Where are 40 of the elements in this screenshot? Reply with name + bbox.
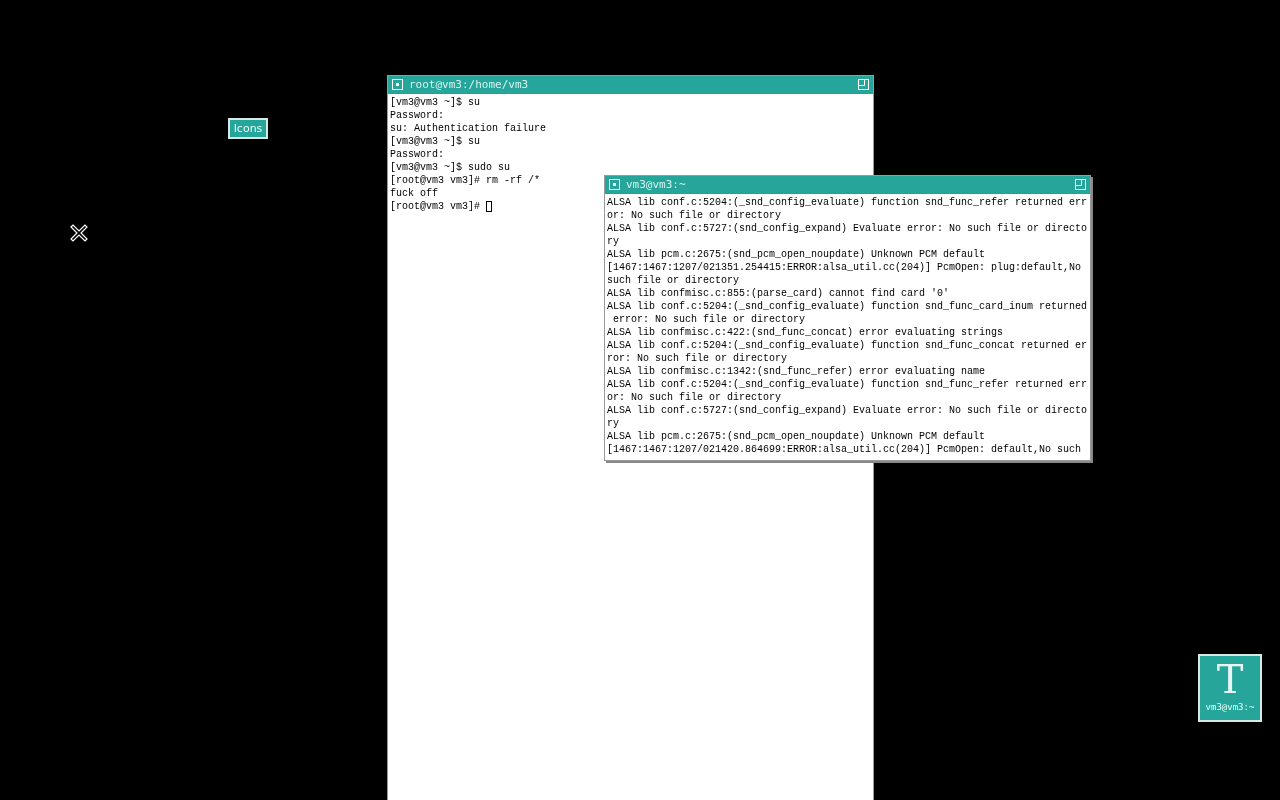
window-menu-icon[interactable] — [392, 79, 403, 90]
cursor-icon — [70, 224, 88, 242]
terminal-line: Password: — [390, 109, 444, 122]
terminal-line: [1467:1467:1207/021351.254415:ERROR:alsa_util.cc(204)] PcmOpen: plug:default,No — [607, 261, 1082, 274]
terminal-line: ALSA lib pcm.c:2675:(snd_pcm_open_noupdate) Unknown PCM default — [607, 430, 986, 443]
terminal-line: error: No such file or directory — [612, 313, 806, 326]
terminal-line: ALSA lib conf.c:5204:(_snd_config_evaluate) function snd_func_card_inum returned — [607, 300, 1088, 313]
terminal-line: or: No such file or directory — [607, 391, 782, 404]
terminal-line: ALSA lib confmisc.c:422:(snd_func_concat) error evaluating strings — [607, 326, 1004, 339]
icons-button[interactable]: Icons — [228, 118, 268, 139]
terminal-line: [root@vm3 vm3]# rm -rf /* — [390, 174, 541, 187]
terminal-line: ALSA lib confmisc.c:855:(parse_card) cannot find card '0' — [607, 287, 950, 300]
terminal-line: ry — [607, 235, 619, 248]
terminal-line: su: Authentication failure — [390, 122, 547, 135]
terminal-line: [vm3@vm3 ~]$ su — [390, 96, 480, 109]
window-menu-icon[interactable] — [609, 179, 620, 190]
terminal-glyph: T — [1216, 656, 1244, 702]
terminal-line: [vm3@vm3 ~]$ su — [390, 135, 480, 148]
terminal-line: [root@vm3 vm3]# — [390, 200, 481, 213]
terminal-line: ALSA lib conf.c:5727:(snd_config_expand) Evaluate error: No such file or directo — [607, 222, 1088, 235]
terminal-line: ALSA lib conf.c:5204:(_snd_config_evaluate) function snd_func_concat returned er — [607, 339, 1088, 352]
window-title: vm3@vm3:~ — [626, 178, 686, 191]
icon-label: vm3@vm3:~ — [1205, 702, 1255, 712]
terminal-line: ALSA lib pcm.c:2675:(snd_pcm_open_noupdate) Unknown PCM default — [607, 248, 986, 261]
terminal-line: Password: — [390, 148, 444, 161]
terminal-line: [vm3@vm3 ~]$ sudo su — [390, 161, 511, 174]
maximize-icon[interactable] — [858, 79, 869, 90]
terminal-line: ALSA lib conf.c:5727:(snd_config_expand) Evaluate error: No such file or directo — [607, 404, 1088, 417]
terminal-icon-tile[interactable]: T vm3@vm3:~ — [1198, 654, 1262, 722]
terminal-line: [1467:1467:1207/021420.864699:ERROR:alsa_util.cc(204)] PcmOpen: default,No such — [607, 443, 1082, 456]
terminal-line: ALSA lib conf.c:5204:(_snd_config_evaluate) function snd_func_refer returned err — [607, 378, 1088, 391]
terminal-line: fuck off — [390, 187, 438, 200]
terminal-line: such file or directory — [607, 274, 740, 287]
terminal-line: ror: No such file or directory — [607, 352, 788, 365]
maximize-icon[interactable] — [1075, 179, 1086, 190]
window-title: root@vm3:/home/vm3 — [409, 78, 529, 91]
terminal-line: ALSA lib confmisc.c:1342:(snd_func_refer) error evaluating name — [607, 365, 986, 378]
terminal-line: or: No such file or directory — [607, 209, 782, 222]
terminal-line: ALSA lib conf.c:5204:(_snd_config_evaluate) function snd_func_refer returned err — [607, 196, 1088, 209]
terminal-line: ry — [607, 417, 619, 430]
